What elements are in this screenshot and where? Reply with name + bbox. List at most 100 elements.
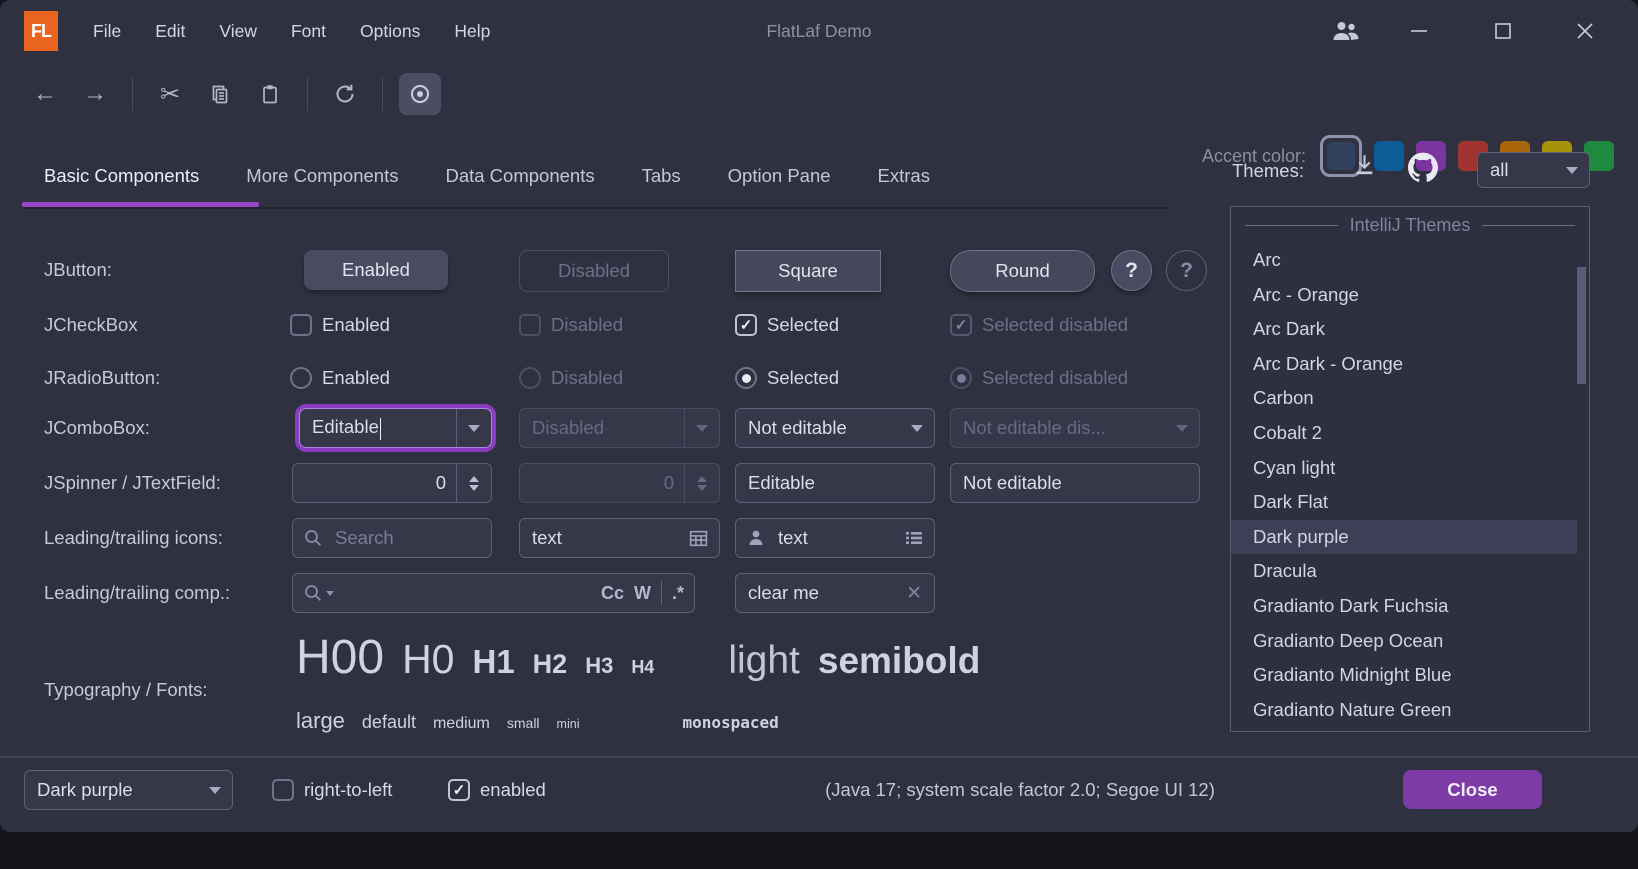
monospaced-sample: monospaced — [682, 713, 778, 732]
tab-data-components[interactable]: Data Components — [445, 165, 594, 187]
radio-selected-icon[interactable] — [735, 367, 757, 389]
theme-item[interactable]: Carbon — [1231, 381, 1589, 416]
app-logo: FL — [24, 11, 58, 51]
search-field[interactable]: Search — [292, 518, 492, 558]
close-button[interactable]: Close — [1403, 770, 1542, 809]
theme-combobox-value: Dark purple — [25, 779, 198, 801]
theme-filter-combobox[interactable]: all — [1477, 152, 1590, 188]
download-icon[interactable] — [1352, 152, 1377, 177]
accent-swatch[interactable] — [1374, 141, 1404, 171]
round-button[interactable]: Round — [950, 250, 1095, 292]
clear-me-value[interactable]: clear me — [736, 582, 906, 604]
tab-more-components[interactable]: More Components — [246, 165, 398, 187]
theme-item[interactable]: Gradianto Midnight Blue — [1231, 658, 1589, 693]
github-icon[interactable] — [1408, 152, 1438, 182]
forward-icon[interactable]: → — [74, 73, 116, 115]
theme-item[interactable]: Arc — [1231, 243, 1589, 278]
theme-item[interactable]: Arc - Orange — [1231, 278, 1589, 313]
textfield-editable[interactable]: Editable — [735, 463, 935, 503]
clear-icon[interactable]: ✕ — [906, 582, 922, 605]
maximize-button[interactable] — [1472, 0, 1534, 62]
combobox-arrow[interactable] — [456, 409, 491, 447]
tab-option-pane[interactable]: Option Pane — [728, 165, 831, 187]
checkbox-icon[interactable] — [272, 779, 294, 801]
theme-item[interactable]: Dark Flat — [1231, 485, 1589, 520]
h00-sample: H00 — [296, 630, 384, 685]
combobox-not-editable[interactable]: Not editable — [735, 408, 935, 448]
theme-filter-value: all — [1478, 159, 1555, 181]
theme-item[interactable]: Cobalt 2 — [1231, 416, 1589, 451]
combobox-arrow[interactable] — [900, 409, 934, 447]
menu-view[interactable]: View — [202, 21, 274, 42]
theme-item[interactable]: Gradianto Nature Green — [1231, 693, 1589, 728]
tab-basic-components[interactable]: Basic Components — [44, 165, 199, 187]
help-button[interactable]: ? — [1111, 250, 1152, 291]
refresh-icon[interactable] — [324, 73, 366, 115]
minimize-button[interactable] — [1388, 0, 1450, 62]
spinner-buttons[interactable] — [456, 464, 491, 502]
combobox-arrow[interactable] — [198, 771, 232, 809]
text-value[interactable]: text — [766, 527, 904, 549]
text-field-table-icon[interactable]: text — [519, 518, 720, 558]
match-case-toggle[interactable]: Cc — [601, 583, 624, 604]
combobox-arrow[interactable] — [1555, 153, 1589, 187]
clear-me-field[interactable]: clear me ✕ — [735, 573, 935, 613]
text-field-person-list[interactable]: text — [735, 518, 935, 558]
help-button-hollow[interactable]: ? — [1166, 250, 1207, 291]
rtl-checkbox[interactable]: right-to-left — [272, 779, 392, 801]
checkbox-label: Disabled — [551, 314, 623, 336]
textfield-value[interactable]: Editable — [736, 472, 934, 494]
copy-icon[interactable] — [199, 73, 241, 115]
checkbox-checked-icon[interactable]: ✓ — [735, 314, 757, 336]
table-icon[interactable] — [688, 528, 709, 549]
search-options-icon[interactable] — [303, 583, 334, 603]
tab-extras[interactable]: Extras — [878, 165, 930, 187]
enabled-checkbox[interactable]: ✓ enabled — [448, 779, 546, 801]
theme-item[interactable]: Cyan light — [1231, 451, 1589, 486]
search-placeholder[interactable]: Search — [323, 527, 491, 549]
enabled-button[interactable]: Enabled — [304, 250, 448, 290]
back-icon[interactable]: ← — [24, 73, 66, 115]
whole-word-toggle[interactable]: W — [634, 583, 651, 604]
menu-options[interactable]: Options — [343, 21, 437, 42]
list-icon[interactable] — [904, 528, 924, 548]
show-hidden-icon[interactable] — [399, 73, 441, 115]
large-sample: large — [296, 708, 345, 734]
checkbox-enabled[interactable]: Enabled — [290, 314, 390, 336]
combobox-editable[interactable]: Editable — [299, 408, 492, 448]
theme-item[interactable]: Gradianto Deep Ocean — [1231, 624, 1589, 659]
radio-label: Selected — [767, 367, 839, 389]
users-icon[interactable] — [1314, 0, 1376, 62]
theme-list-scrollbar[interactable] — [1577, 267, 1586, 384]
jcombobox-label: JComboBox: — [44, 417, 150, 439]
tab-tabs[interactable]: Tabs — [642, 165, 681, 187]
theme-combobox[interactable]: Dark purple — [24, 770, 233, 810]
menu-help[interactable]: Help — [437, 21, 507, 42]
close-window-button[interactable] — [1554, 0, 1616, 62]
checkbox-checked-icon[interactable]: ✓ — [448, 779, 470, 801]
square-button[interactable]: Square — [735, 250, 881, 292]
paste-icon[interactable] — [249, 73, 291, 115]
checkbox-selected[interactable]: ✓ Selected — [735, 314, 839, 336]
text-value[interactable]: text — [520, 527, 688, 549]
menu-font[interactable]: Font — [274, 21, 343, 42]
menu-file[interactable]: File — [76, 21, 138, 42]
cut-icon[interactable]: ✂ — [149, 73, 191, 115]
flatlaf-demo-window: FL File Edit View Font Options Help Flat… — [0, 0, 1638, 832]
theme-item[interactable]: Gradianto Dark Fuchsia — [1231, 589, 1589, 624]
jradiobutton-label: JRadioButton: — [44, 367, 160, 389]
theme-item[interactable]: Dracula — [1231, 554, 1589, 589]
accent-swatch[interactable] — [1327, 142, 1355, 170]
menu-edit[interactable]: Edit — [138, 21, 202, 42]
regex-toggle[interactable]: .* — [672, 583, 684, 604]
radio-selected[interactable]: Selected — [735, 367, 839, 389]
search-comp-field[interactable]: Cc W .* — [292, 573, 695, 613]
checkbox-icon[interactable] — [290, 314, 312, 336]
theme-item[interactable]: Arc Dark - Orange — [1231, 347, 1589, 382]
radio-icon[interactable] — [290, 367, 312, 389]
theme-item[interactable]: Arc Dark — [1231, 312, 1589, 347]
radio-enabled[interactable]: Enabled — [290, 367, 390, 389]
theme-item-selected[interactable]: Dark purple — [1231, 520, 1577, 555]
spinner-value[interactable]: 0 — [293, 472, 456, 494]
spinner[interactable]: 0 — [292, 463, 492, 503]
